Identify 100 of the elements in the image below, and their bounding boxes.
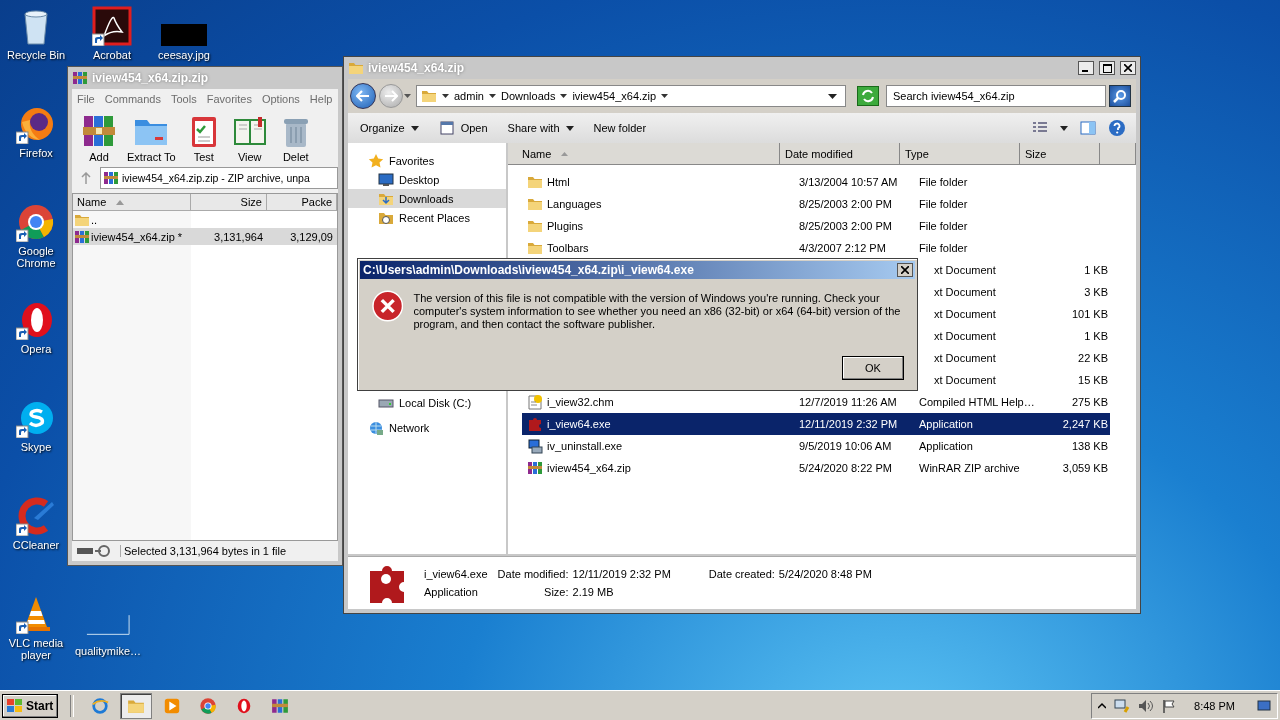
command-button[interactable]: New folder [589,120,651,136]
ok-button[interactable]: OK [842,356,904,380]
caret-icon[interactable] [442,94,449,98]
address-bar[interactable]: admin Downloads iview454_x64.zip [416,85,846,107]
refresh-button[interactable] [857,86,879,106]
nav-item[interactable]: Desktop [348,170,506,189]
caret-icon[interactable] [488,94,496,98]
file-row[interactable]: Toolbars 4/3/2007 2:12 PM File folder [522,237,1110,259]
show-desktop-icon[interactable] [1257,699,1271,712]
desktop-icon-label[interactable]: ceesay.jpg [158,49,210,61]
toolbar-button[interactable]: Add [78,113,120,163]
breadcrumb-item[interactable]: Downloads [500,90,556,102]
file-row[interactable]: Plugins 8/25/2003 2:00 PM File folder [522,215,1110,237]
start-button[interactable]: Start [2,693,59,718]
desktop-icon-label[interactable]: VLC media player [1,637,71,661]
close-icon [1124,64,1132,72]
nav-item[interactable]: Network [348,418,506,437]
nav-item[interactable]: Recent Places [348,208,506,227]
file-row[interactable]: i_view32.chm 12/7/2019 11:26 AM Compiled HTML Help… 275 KB [522,391,1110,413]
clock[interactable]: 8:48 PM [1194,699,1235,712]
error-message: The version of this file is not compatible with the version of Windows you're running. Check your computer's system information to see whether you need an x86 (32-bit) or x64 (64-bit) version of the program, and then contact the software publisher. [413,292,902,331]
caret-icon[interactable] [560,94,568,98]
file-row[interactable]: iv_uninstall.exe 9/5/2019 10:06 AM Application 138 KB [522,435,1110,457]
volume-icon[interactable] [1138,698,1155,713]
minimize-button[interactable] [1078,61,1094,75]
document-icon[interactable] [92,6,132,46]
breadcrumb-item[interactable]: admin [454,90,484,102]
column-header[interactable]: Packe [267,194,337,211]
folder-icon [527,240,543,256]
monitor-icon [378,171,394,188]
column-header[interactable]: Size [1020,143,1100,165]
folder-icon [348,60,364,76]
desktop-icon-label[interactable]: Opera [20,343,52,355]
back-button[interactable] [350,83,376,109]
file-row[interactable]: Html 3/13/2004 10:57 AM File folder [522,171,1110,193]
desktop-icon-label[interactable]: CCleaner [12,539,60,551]
search-field[interactable]: Search iview454_x64.zip [886,85,1106,107]
menu-item[interactable]: Help [304,93,338,105]
network-icon[interactable] [1114,698,1131,713]
column-header[interactable]: Size [191,194,267,211]
toolbar-button[interactable]: Test [182,113,225,163]
nav-item[interactable]: Downloads [348,189,506,208]
taskbar-button[interactable] [120,692,153,719]
folder-icon [421,88,437,104]
command-button[interactable]: Share with [503,120,578,136]
desktop-icon-label[interactable]: Skype [20,441,52,453]
help-icon[interactable] [1108,119,1126,137]
desktop-icon-label[interactable]: qualitymike… [75,645,141,657]
toolbar-button[interactable]: Delet [274,113,317,163]
column-header[interactable]: Name [508,143,780,165]
file-row[interactable]: iview454_x64.zip * 3,131,964 3,129,09 [73,228,337,245]
desktop-icon-label[interactable]: Firefox [19,147,53,159]
breadcrumb-item[interactable]: iview454_x64.zip [572,90,657,102]
chevron-icon[interactable] [1098,701,1107,710]
command-button[interactable]: Open [434,118,492,138]
sort-arrow-icon [561,151,569,156]
detail-value: 12/11/2019 2:32 PM [572,568,671,580]
detail-label: Size: [543,586,569,598]
back-arrow-icon [356,90,370,102]
close-icon [901,266,909,274]
toolbar-button[interactable]: Extract To [124,113,179,163]
windows-flag-icon [7,698,23,713]
column-header[interactable] [1100,143,1136,165]
books-icon [74,228,90,245]
books-icon [81,113,117,149]
menu-item[interactable]: Tools [166,93,202,105]
desktop-icon-label[interactable]: Recycle Bin [6,49,66,61]
maximize-button[interactable] [1099,61,1115,75]
thumbnail-icon[interactable] [161,24,207,46]
nav-item[interactable]: Local Disk (C:) [348,393,506,412]
command-button[interactable]: Organize [356,120,423,136]
column-header[interactable]: Name [73,194,191,211]
file-row[interactable]: .. [73,211,337,228]
caret-icon[interactable] [1060,125,1068,131]
file-name: i_view64.exe [424,568,488,580]
file-row[interactable]: iview454_x64.zip 5/24/2020 8:22 PM WinRAR ZIP archive 3,059 KB [522,457,1110,479]
file-row[interactable]: i_view64.exe 12/11/2019 2:32 PM Application 2,247 KB [522,413,1110,435]
caret-icon[interactable] [661,94,669,98]
close-button[interactable] [1120,61,1136,75]
view-icon[interactable] [1032,121,1048,135]
desktop-icon-label[interactable]: Google Chrome [1,245,71,269]
desktop-icon-label[interactable]: Acrobat [93,49,131,61]
close-button[interactable] [897,263,913,277]
toolbar-button[interactable]: View [228,113,271,163]
flag-icon[interactable] [1162,698,1177,713]
menu-item[interactable]: Options [256,93,305,105]
menu-item[interactable]: Favorites [201,93,257,105]
wheel-icon[interactable] [16,202,56,242]
dropdown-icon[interactable] [828,93,837,99]
dialog-title: C:\Users\admin\Downloads\iview454_x64.zip\i_view64.exe [363,263,694,277]
brush-icon[interactable] [16,496,56,536]
search-button[interactable] [1109,85,1131,107]
column-header[interactable]: Date modified [780,143,900,165]
file-row[interactable]: Languages 8/25/2003 2:00 PM File folder [522,193,1110,215]
nav-item[interactable]: Favorites [348,151,506,170]
address-field[interactable]: iview454_x64.zip.zip - ZIP archive, unpa [100,167,338,189]
window-icon [438,120,455,136]
column-header[interactable]: Type [900,143,1020,165]
menu-item[interactable]: Commands [99,93,166,105]
menu-item[interactable]: File [72,93,100,105]
